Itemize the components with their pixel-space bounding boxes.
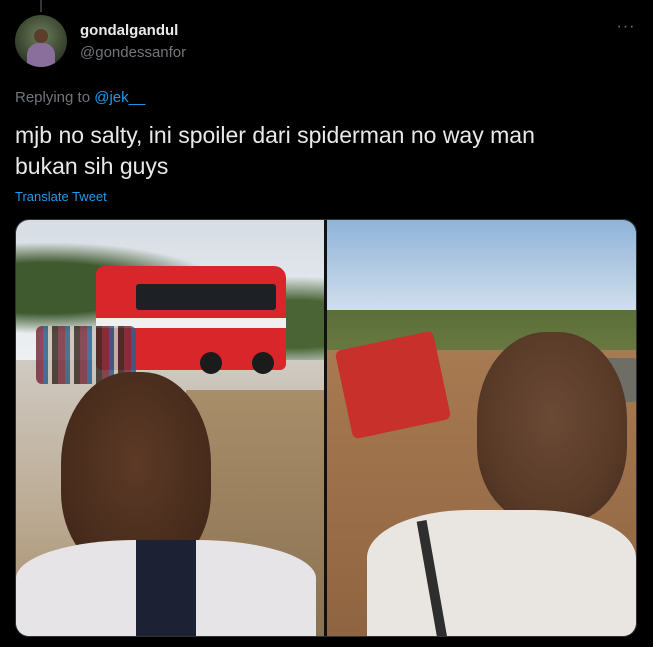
bag-strap — [416, 520, 448, 636]
translate-tweet-link[interactable]: Translate Tweet — [15, 189, 107, 204]
replying-to-prefix: Replying to — [15, 89, 95, 106]
photo-right[interactable] — [327, 220, 636, 636]
photo-right-person-shirt — [367, 510, 636, 636]
photo-right-person-face — [477, 332, 627, 522]
avatar[interactable] — [15, 15, 67, 67]
tweet-text-line-2: bukan sih guys — [15, 153, 169, 179]
reply-mention-link[interactable]: @jek__ — [94, 89, 145, 106]
bus-wheel — [252, 352, 274, 374]
bus-windows — [136, 284, 276, 310]
avatar-figure-head — [34, 29, 48, 43]
photo-left[interactable] — [16, 220, 324, 636]
photo-left-man-shirt — [16, 540, 316, 636]
author-handle[interactable]: @gondessanfor — [80, 44, 186, 61]
tweet-text-line-1: mjb no salty, ini spoiler dari spiderman… — [15, 122, 535, 148]
tweet-text: mjb no salty, ini spoiler dari spiderman… — [15, 120, 635, 182]
more-options-icon[interactable]: ··· — [612, 19, 640, 40]
tweet-header: gondalgandul @gondessanfor ··· — [0, 0, 653, 80]
author-display-name[interactable]: gondalgandul — [80, 22, 178, 39]
replying-to: Replying to @jek__ — [15, 89, 145, 106]
tweet-media[interactable] — [15, 219, 637, 637]
avatar-figure-body — [27, 43, 55, 67]
shirt-collar — [136, 540, 196, 636]
bus-wheel — [200, 352, 222, 374]
